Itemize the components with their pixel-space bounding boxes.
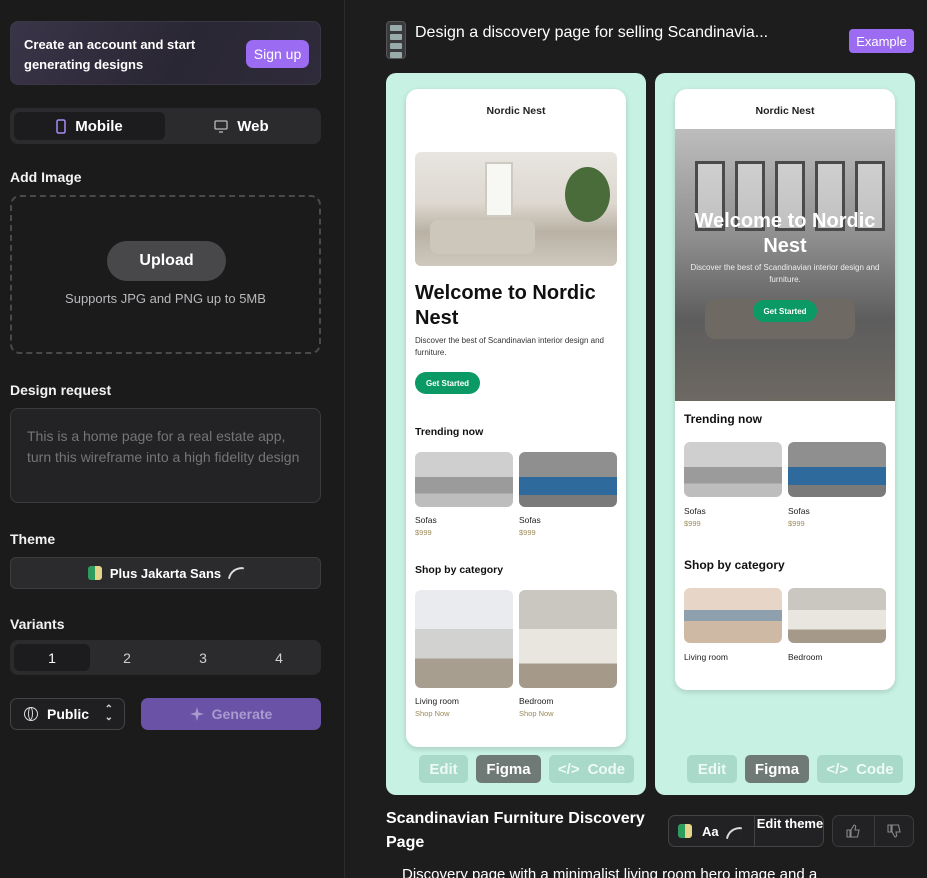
category-link-1: Shop Now	[415, 709, 450, 718]
code-icon: </>	[826, 760, 849, 778]
trending-name-1: Sofas	[415, 515, 437, 525]
category-name-1: Living room	[684, 652, 728, 662]
hero-image	[415, 152, 617, 266]
mobile-preview-2: Nordic Nest Welcome to Nordic Nest Disco…	[675, 89, 895, 690]
globe-icon	[24, 707, 38, 721]
trending-image-2	[519, 452, 617, 507]
sparkle-icon	[189, 707, 204, 721]
design-description: Discovery page with a minimalist living …	[402, 866, 818, 878]
design-request-label: Design request	[10, 382, 112, 398]
theme-selector[interactable]: Plus Jakarta Sans	[10, 557, 321, 589]
trending-price-2: $999	[788, 519, 805, 528]
platform-toggle: Mobile Web	[10, 108, 321, 144]
brand-name: Nordic Nest	[755, 105, 815, 117]
visibility-value: Public	[47, 706, 90, 722]
add-image-label: Add Image	[10, 169, 82, 185]
variant-option-3[interactable]: 3	[165, 644, 241, 671]
get-started-button[interactable]: Get Started	[753, 300, 817, 322]
corner-radius-icon	[725, 824, 743, 842]
trending-title: Trending now	[415, 426, 484, 438]
get-started-button[interactable]: Get Started	[415, 372, 480, 394]
trending-title: Trending now	[684, 412, 762, 426]
code-button-1[interactable]: </> Code	[549, 755, 634, 783]
edit-button-1[interactable]: Edit	[419, 755, 468, 783]
platform-mobile-label: Mobile	[75, 117, 123, 135]
platform-web-label: Web	[237, 117, 269, 135]
hero-title: Welcome to Nordic Nest	[415, 282, 596, 329]
category-name-2: Bedroom	[788, 652, 823, 662]
category-image-living	[415, 590, 513, 688]
code-label: Code	[856, 760, 894, 778]
trending-image-2	[788, 442, 886, 497]
left-panel: Create an account and start generating d…	[0, 0, 345, 878]
monitor-icon	[214, 119, 228, 133]
hero-text: Discover the best of Scandinavian interi…	[415, 336, 604, 357]
variants-selector: 1 2 3 4	[10, 640, 321, 675]
upload-button[interactable]: Upload	[107, 241, 226, 281]
brand-name: Nordic Nest	[486, 105, 546, 117]
design-title: Scandinavian Furniture Discovery Page	[386, 810, 645, 851]
theme-font-name: Plus Jakarta Sans	[109, 565, 222, 581]
theme-label: Theme	[10, 531, 56, 547]
thumbs-up-icon[interactable]	[845, 823, 861, 839]
feedback-buttons	[832, 815, 914, 847]
category-image-bedroom	[519, 590, 617, 688]
corner-radius-icon	[228, 564, 245, 582]
code-icon: </>	[557, 760, 580, 778]
trending-name-2: Sofas	[519, 515, 541, 525]
thumbs-down-icon[interactable]	[886, 823, 902, 839]
platform-mobile-option[interactable]: Mobile	[14, 112, 165, 140]
color-swatch-icon	[87, 566, 102, 580]
signup-text: Create an account and start generating d…	[24, 37, 196, 72]
trending-name-1: Sofas	[684, 506, 706, 516]
signup-banner: Create an account and start generating d…	[10, 21, 321, 85]
visibility-select[interactable]: Public ⌃ ⌄	[10, 698, 125, 730]
category-title: Shop by category	[684, 558, 785, 572]
theme-pill: Aa Edit theme	[668, 815, 824, 847]
variants-label: Variants	[10, 616, 65, 632]
upload-note: Supports JPG and PNG up to 5MB	[65, 291, 266, 306]
edit-button-2[interactable]: Edit	[687, 755, 737, 783]
chevron-up-down-icon: ⌃ ⌄	[104, 704, 113, 723]
trending-name-2: Sofas	[788, 506, 810, 516]
variant-option-1[interactable]: 1	[14, 644, 90, 671]
category-name-2: Bedroom	[519, 696, 554, 706]
category-title: Shop by category	[415, 564, 504, 576]
variant-option-2[interactable]: 2	[89, 644, 165, 671]
platform-web-option[interactable]: Web	[166, 112, 317, 140]
example-badge: Example	[849, 29, 914, 53]
category-link-2: Shop Now	[519, 709, 554, 718]
trending-price-1: $999	[415, 528, 432, 537]
image-dropzone[interactable]: Upload Supports JPG and PNG up to 5MB	[10, 195, 321, 354]
mobile-icon	[56, 118, 66, 134]
request-thumbnail	[386, 21, 406, 59]
category-name-1: Living room	[415, 696, 459, 706]
code-button-2[interactable]: </> Code	[817, 755, 903, 783]
design-request-input[interactable]	[10, 408, 321, 503]
sign-up-button[interactable]: Sign up	[246, 40, 309, 68]
request-title: Design a discovery page for selling Scan…	[415, 24, 769, 41]
generate-button[interactable]: Generate	[141, 698, 321, 730]
hero-title: Welcome to Nordic Nest	[694, 210, 876, 257]
mobile-preview-1: Nordic Nest Welcome to Nordic Nest Disco…	[406, 89, 626, 747]
category-image-living	[684, 588, 782, 643]
color-swatch-icon	[678, 824, 692, 838]
hero-text: Discover the best of Scandinavian interi…	[690, 263, 880, 284]
trending-image-1	[415, 452, 513, 507]
variant-option-4[interactable]: 4	[241, 644, 317, 671]
category-image-bedroom	[788, 588, 886, 643]
trending-price-2: $999	[519, 528, 536, 537]
generate-label: Generate	[211, 706, 273, 722]
figma-button-2[interactable]: Figma	[745, 755, 809, 783]
edit-theme-button[interactable]: Edit theme	[755, 816, 825, 846]
figma-button-1[interactable]: Figma	[476, 755, 541, 783]
trending-price-1: $999	[684, 519, 701, 528]
font-preview: Aa	[702, 824, 719, 839]
trending-image-1	[684, 442, 782, 497]
code-label: Code	[587, 760, 626, 778]
